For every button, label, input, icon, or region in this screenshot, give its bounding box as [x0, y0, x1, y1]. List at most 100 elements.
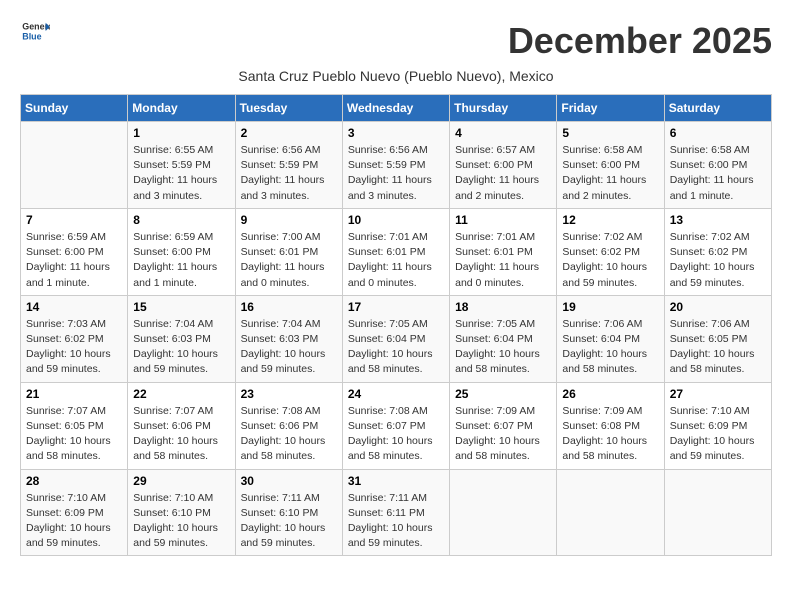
day-info: Sunrise: 7:05 AM Sunset: 6:04 PM Dayligh… — [348, 317, 444, 378]
day-info: Sunrise: 6:56 AM Sunset: 5:59 PM Dayligh… — [241, 143, 337, 204]
day-number: 10 — [348, 213, 444, 227]
calendar-cell: 28 Sunrise: 7:10 AM Sunset: 6:09 PM Dayli… — [21, 469, 128, 556]
calendar-cell: 3 Sunrise: 6:56 AM Sunset: 5:59 PM Daylig… — [342, 122, 449, 209]
calendar-cell — [557, 469, 664, 556]
week-row-1: 1 Sunrise: 6:55 AM Sunset: 5:59 PM Daylig… — [21, 122, 772, 209]
day-number: 26 — [562, 387, 658, 401]
calendar-cell — [21, 122, 128, 209]
calendar-cell: 4 Sunrise: 6:57 AM Sunset: 6:00 PM Daylig… — [450, 122, 557, 209]
col-header-saturday: Saturday — [664, 95, 771, 122]
calendar-cell: 16Sunrise: 7:04 AM Sunset: 6:03 PM Dayli… — [235, 295, 342, 382]
day-number: 7 — [26, 213, 122, 227]
col-header-monday: Monday — [128, 95, 235, 122]
day-number: 28 — [26, 474, 122, 488]
col-header-sunday: Sunday — [21, 95, 128, 122]
calendar-cell: 6 Sunrise: 6:58 AM Sunset: 6:00 PM Daylig… — [664, 122, 771, 209]
col-header-wednesday: Wednesday — [342, 95, 449, 122]
day-number: 8 — [133, 213, 229, 227]
day-number: 2 — [241, 126, 337, 140]
week-row-4: 21 Sunrise: 7:07 AM Sunset: 6:05 PM Dayli… — [21, 382, 772, 469]
day-number: 22 — [133, 387, 229, 401]
day-number: 23 — [241, 387, 337, 401]
day-info: Sunrise: 7:02 AM Sunset: 6:02 PM Dayligh… — [562, 230, 658, 291]
day-info: Sunrise: 7:10 AM Sunset: 6:09 PM Dayligh… — [26, 491, 122, 552]
day-number: 18 — [455, 300, 551, 314]
calendar-cell: 18 Sunrise: 7:05 AM Sunset: 6:04 PM Dayli… — [450, 295, 557, 382]
col-header-thursday: Thursday — [450, 95, 557, 122]
calendar-cell: 12Sunrise: 7:02 AM Sunset: 6:02 PM Dayli… — [557, 208, 664, 295]
day-number: 3 — [348, 126, 444, 140]
day-number: 13 — [670, 213, 766, 227]
header: General Blue December 2025 — [20, 20, 772, 62]
day-info: Sunrise: 6:57 AM Sunset: 6:00 PM Dayligh… — [455, 143, 551, 204]
day-number: 4 — [455, 126, 551, 140]
calendar-cell: 10 Sunrise: 7:01 AM Sunset: 6:01 PM Dayli… — [342, 208, 449, 295]
calendar-cell: 27 Sunrise: 7:10 AM Sunset: 6:09 PM Dayli… — [664, 382, 771, 469]
day-info: Sunrise: 6:55 AM Sunset: 5:59 PM Dayligh… — [133, 143, 229, 204]
col-header-friday: Friday — [557, 95, 664, 122]
day-number: 19 — [562, 300, 658, 314]
calendar-cell: 29 Sunrise: 7:10 AM Sunset: 6:10 PM Dayli… — [128, 469, 235, 556]
day-number: 25 — [455, 387, 551, 401]
calendar-cell: 19 Sunrise: 7:06 AM Sunset: 6:04 PM Dayli… — [557, 295, 664, 382]
calendar-cell — [450, 469, 557, 556]
day-info: Sunrise: 7:06 AM Sunset: 6:05 PM Dayligh… — [670, 317, 766, 378]
day-info: Sunrise: 7:10 AM Sunset: 6:10 PM Dayligh… — [133, 491, 229, 552]
day-info: Sunrise: 7:04 AM Sunset: 6:03 PM Dayligh… — [241, 317, 337, 378]
day-number: 24 — [348, 387, 444, 401]
day-info: Sunrise: 7:08 AM Sunset: 6:06 PM Dayligh… — [241, 404, 337, 465]
day-info: Sunrise: 6:58 AM Sunset: 6:00 PM Dayligh… — [670, 143, 766, 204]
day-info: Sunrise: 7:06 AM Sunset: 6:04 PM Dayligh… — [562, 317, 658, 378]
calendar-cell: 2 Sunrise: 6:56 AM Sunset: 5:59 PM Daylig… — [235, 122, 342, 209]
subtitle: Santa Cruz Pueblo Nuevo (Pueblo Nuevo), … — [20, 68, 772, 84]
calendar-cell: 14Sunrise: 7:03 AM Sunset: 6:02 PM Dayli… — [21, 295, 128, 382]
week-row-5: 28 Sunrise: 7:10 AM Sunset: 6:09 PM Dayli… — [21, 469, 772, 556]
logo: General Blue — [20, 20, 50, 42]
calendar-cell: 30Sunrise: 7:11 AM Sunset: 6:10 PM Dayli… — [235, 469, 342, 556]
calendar-cell: 23 Sunrise: 7:08 AM Sunset: 6:06 PM Dayli… — [235, 382, 342, 469]
day-number: 1 — [133, 126, 229, 140]
day-number: 17 — [348, 300, 444, 314]
calendar-cell: 24Sunrise: 7:08 AM Sunset: 6:07 PM Dayli… — [342, 382, 449, 469]
calendar-cell: 22 Sunrise: 7:07 AM Sunset: 6:06 PM Dayli… — [128, 382, 235, 469]
day-info: Sunrise: 7:07 AM Sunset: 6:05 PM Dayligh… — [26, 404, 122, 465]
week-row-3: 14Sunrise: 7:03 AM Sunset: 6:02 PM Dayli… — [21, 295, 772, 382]
day-info: Sunrise: 7:04 AM Sunset: 6:03 PM Dayligh… — [133, 317, 229, 378]
col-header-tuesday: Tuesday — [235, 95, 342, 122]
day-number: 29 — [133, 474, 229, 488]
calendar-cell: 20 Sunrise: 7:06 AM Sunset: 6:05 PM Dayli… — [664, 295, 771, 382]
day-info: Sunrise: 6:59 AM Sunset: 6:00 PM Dayligh… — [133, 230, 229, 291]
month-title: December 2025 — [508, 20, 772, 62]
day-number: 31 — [348, 474, 444, 488]
day-info: Sunrise: 6:59 AM Sunset: 6:00 PM Dayligh… — [26, 230, 122, 291]
calendar-cell: 7 Sunrise: 6:59 AM Sunset: 6:00 PM Daylig… — [21, 208, 128, 295]
day-info: Sunrise: 7:07 AM Sunset: 6:06 PM Dayligh… — [133, 404, 229, 465]
week-row-2: 7 Sunrise: 6:59 AM Sunset: 6:00 PM Daylig… — [21, 208, 772, 295]
day-number: 20 — [670, 300, 766, 314]
day-info: Sunrise: 7:01 AM Sunset: 6:01 PM Dayligh… — [348, 230, 444, 291]
calendar-cell: 25Sunrise: 7:09 AM Sunset: 6:07 PM Dayli… — [450, 382, 557, 469]
day-info: Sunrise: 7:05 AM Sunset: 6:04 PM Dayligh… — [455, 317, 551, 378]
calendar-cell: 8 Sunrise: 6:59 AM Sunset: 6:00 PM Daylig… — [128, 208, 235, 295]
day-number: 15 — [133, 300, 229, 314]
calendar-cell: 5Sunrise: 6:58 AM Sunset: 6:00 PM Daylig… — [557, 122, 664, 209]
calendar-cell: 13Sunrise: 7:02 AM Sunset: 6:02 PM Dayli… — [664, 208, 771, 295]
calendar-cell: 21 Sunrise: 7:07 AM Sunset: 6:05 PM Dayli… — [21, 382, 128, 469]
calendar-cell — [664, 469, 771, 556]
day-info: Sunrise: 6:56 AM Sunset: 5:59 PM Dayligh… — [348, 143, 444, 204]
day-info: Sunrise: 6:58 AM Sunset: 6:00 PM Dayligh… — [562, 143, 658, 204]
day-number: 27 — [670, 387, 766, 401]
calendar-cell: 26 Sunrise: 7:09 AM Sunset: 6:08 PM Dayli… — [557, 382, 664, 469]
day-number: 6 — [670, 126, 766, 140]
day-info: Sunrise: 7:10 AM Sunset: 6:09 PM Dayligh… — [670, 404, 766, 465]
calendar-cell: 17 Sunrise: 7:05 AM Sunset: 6:04 PM Dayli… — [342, 295, 449, 382]
day-number: 21 — [26, 387, 122, 401]
calendar-table: SundayMondayTuesdayWednesdayThursdayFrid… — [20, 94, 772, 556]
day-info: Sunrise: 7:09 AM Sunset: 6:08 PM Dayligh… — [562, 404, 658, 465]
day-info: Sunrise: 7:03 AM Sunset: 6:02 PM Dayligh… — [26, 317, 122, 378]
calendar-cell: 31 Sunrise: 7:11 AM Sunset: 6:11 PM Dayli… — [342, 469, 449, 556]
day-info: Sunrise: 7:00 AM Sunset: 6:01 PM Dayligh… — [241, 230, 337, 291]
day-info: Sunrise: 7:11 AM Sunset: 6:11 PM Dayligh… — [348, 491, 444, 552]
day-info: Sunrise: 7:11 AM Sunset: 6:10 PM Dayligh… — [241, 491, 337, 552]
svg-text:Blue: Blue — [22, 31, 41, 41]
